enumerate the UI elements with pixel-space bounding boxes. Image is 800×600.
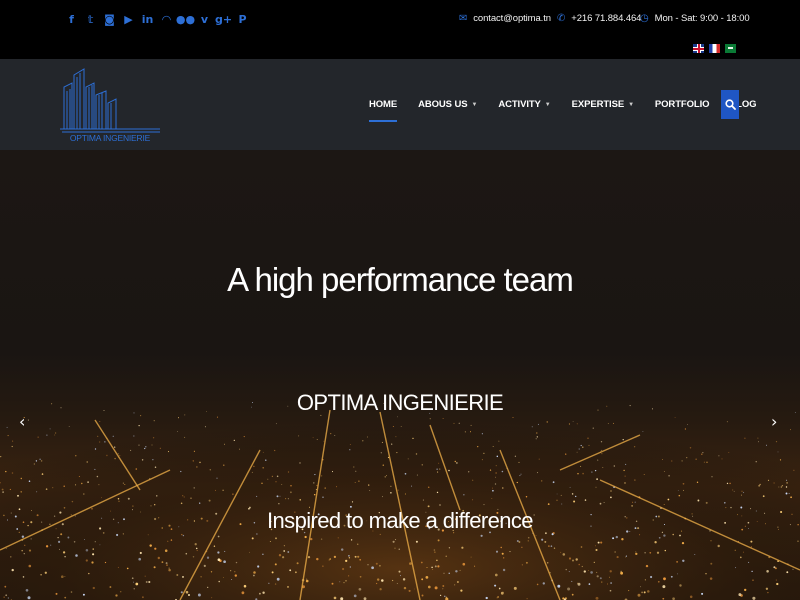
nav-portfolio[interactable]: PORTFOLIO — [655, 99, 710, 110]
youtube-icon[interactable]: ▶ — [119, 12, 138, 26]
nav-home[interactable]: HOME — [369, 99, 398, 122]
site-logo[interactable]: OPTIMA INGENIERIE — [58, 63, 162, 145]
clock-icon: ◷ — [640, 13, 649, 24]
nav-activity[interactable]: ACTIVITY ▼ — [498, 99, 550, 110]
flickr-icon[interactable]: ●● — [176, 12, 195, 26]
nav-about-label: ABOUS US — [418, 99, 468, 110]
search-icon — [724, 99, 736, 110]
hero-tagline: Inspired to make a difference — [267, 508, 534, 533]
hours-text: Mon - Sat: 9:00 - 18:00 — [654, 13, 750, 24]
twitter-icon[interactable]: 𝕥 — [81, 12, 100, 26]
vimeo-icon[interactable]: v — [195, 12, 214, 26]
chevron-down-icon: ▼ — [544, 101, 551, 108]
contact-phone: ✆ +216 71.884.464 — [557, 13, 641, 24]
logo-text: OPTIMA INGENIERIE — [69, 133, 151, 143]
chevron-down-icon: ▼ — [628, 101, 634, 108]
language-switcher — [693, 44, 736, 53]
search-button[interactable] — [721, 90, 739, 119]
uk-flag-icon[interactable] — [693, 44, 704, 53]
email-text[interactable]: contact@optima.tn — [473, 13, 551, 24]
hero-title: A high performance team — [227, 261, 574, 298]
buildings-logo-icon — [60, 68, 160, 133]
linkedin-icon[interactable]: in — [138, 12, 157, 26]
social-links: f 𝕥 ◙ ▶ in ◠ ●● v g+ P — [62, 12, 252, 26]
nav-about-us[interactable]: ABOUS US ▼ — [418, 99, 477, 110]
main-nav: HOME ABOUS US ▼ ACTIVITY ▼ EXPERTISE ▼ P… — [369, 99, 757, 122]
saudi-flag-icon[interactable] — [725, 44, 736, 53]
rss-icon[interactable]: ◠ — [157, 12, 176, 26]
nav-portfolio-label: PORTFOLIO — [654, 99, 710, 110]
chevron-down-icon: ▼ — [471, 101, 478, 108]
phone-icon: ✆ — [557, 13, 566, 24]
facebook-icon[interactable]: f — [62, 12, 81, 26]
top-bar: f 𝕥 ◙ ▶ in ◠ ●● v g+ P ✉ contact@optima.… — [0, 0, 800, 59]
pinterest-icon[interactable]: P — [233, 12, 252, 26]
envelope-icon: ✉ — [459, 13, 468, 24]
nav-home-label: HOME — [369, 99, 398, 110]
nav-expertise[interactable]: EXPERTISE ▼ — [572, 99, 634, 110]
nav-activity-label: ACTIVITY — [498, 99, 541, 110]
prev-slide-arrow-icon[interactable]: ‹ — [19, 412, 25, 431]
hero-subtitle: OPTIMA INGENIERIE — [296, 390, 504, 415]
instagram-icon[interactable]: ◙ — [100, 12, 119, 26]
phone-text: +216 71.884.464 — [571, 13, 642, 24]
next-slide-arrow-icon[interactable]: › — [771, 412, 777, 431]
contact-email[interactable]: ✉ contact@optima.tn — [459, 13, 551, 24]
nav-expertise-label: EXPERTISE — [571, 99, 625, 110]
contact-hours: ◷ Mon - Sat: 9:00 - 18:00 — [640, 13, 750, 24]
hero-slider: A high performance team OPTIMA INGENIERI… — [0, 150, 800, 600]
main-header: OPTIMA INGENIERIE HOME ABOUS US ▼ ACTIVI… — [0, 59, 800, 150]
france-flag-icon[interactable] — [709, 44, 720, 53]
google-plus-icon[interactable]: g+ — [214, 12, 233, 26]
